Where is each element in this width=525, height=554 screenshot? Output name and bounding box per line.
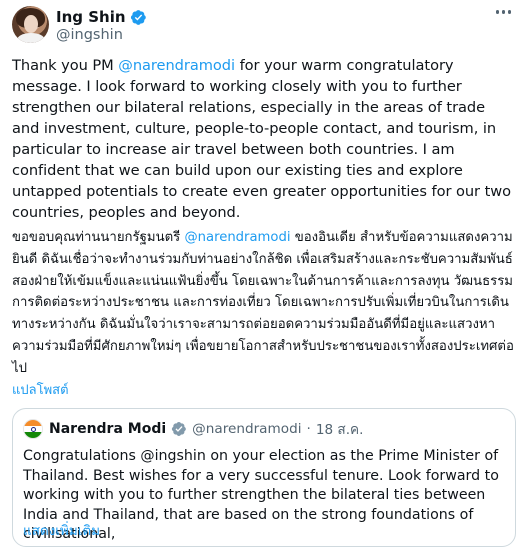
post-text-en-after: for your warm congratulatory message. I … [12,57,512,221]
quoted-post[interactable]: Narendra Modi @narendramodi · 18 ส.ค. Co… [12,408,516,547]
author-name-row: Ing Shin [56,7,147,27]
avatar-face [24,15,38,33]
more-dot [507,10,511,14]
more-options-icon[interactable] [495,10,511,14]
post-text-th-before: ขอขอบคุณท่านนายกรัฐมนตรี [12,230,185,245]
quoted-header: Narendra Modi @narendramodi · 18 ส.ค. [49,419,363,439]
avatar[interactable] [12,6,49,43]
verified-badge-icon[interactable] [171,421,187,437]
quoted-handle[interactable]: @narendramodi [192,421,301,437]
avatar-shirt [17,33,45,43]
flag-green-band [24,431,42,438]
translate-post-link[interactable]: แปลโพสต์ [12,379,69,400]
verified-badge-icon[interactable] [130,9,147,26]
author-handle[interactable]: @ingshin [56,27,123,43]
post-text-english: Thank you PM @narendramodi for your warm… [12,55,516,223]
mention-link[interactable]: @narendramodi [184,230,290,245]
mention-link[interactable]: @narendramodi [118,57,235,74]
show-more-link[interactable]: แสดงเพิ่มเติม [23,519,100,541]
post-text-en-before: Thank you PM [12,57,119,74]
quoted-avatar[interactable] [23,419,43,439]
author-display-name[interactable]: Ing Shin [56,8,126,26]
post-text-thai: ขอขอบคุณท่านนายกรัฐมนตรี @narendramodi ข… [12,227,516,380]
more-dot [501,10,505,14]
post-card: Ing Shin @ingshin Thank you PM @narendra… [0,0,525,554]
flag-chakra [31,427,36,432]
quoted-date[interactable]: 18 ส.ค. [316,418,364,440]
quoted-separator: · [306,421,311,437]
quoted-display-name[interactable]: Narendra Modi [49,421,166,437]
post-text-th-after: ของอินเดีย สำหรับข้อความแสดงความยินดี ดิ… [12,230,514,376]
more-dot [495,10,499,14]
